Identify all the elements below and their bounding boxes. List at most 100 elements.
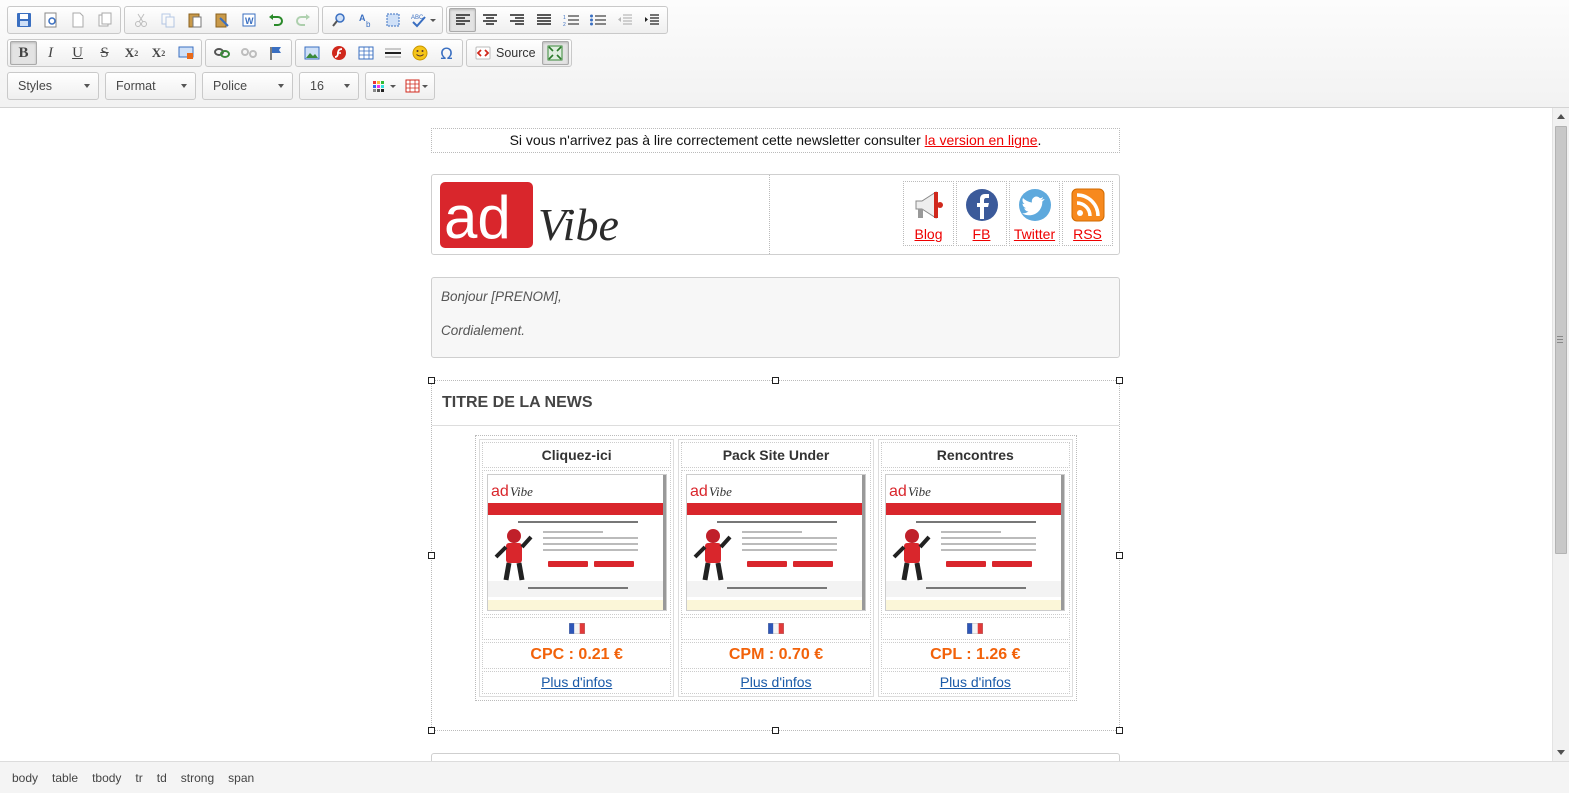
bulleted-list-icon[interactable] [584, 8, 611, 32]
resize-handle-nw[interactable] [428, 377, 435, 384]
table-icon[interactable] [352, 41, 379, 65]
format-combo-label: Format [116, 79, 156, 93]
special-char-icon[interactable]: Ω [433, 41, 460, 65]
format-combo[interactable]: Format [105, 72, 196, 100]
anchor-icon[interactable] [262, 41, 289, 65]
paste-word-icon[interactable]: W [235, 8, 262, 32]
font-combo-label: Police [213, 79, 248, 93]
basic-styles-group: B I U S X2 X2 [7, 39, 202, 67]
styles-combo[interactable]: Styles [7, 72, 99, 100]
subscript-icon[interactable]: X2 [118, 41, 145, 65]
offer-more-link[interactable]: Plus d'infos [940, 674, 1011, 690]
path-strong[interactable]: strong [175, 769, 220, 787]
document-group [7, 6, 121, 34]
offer-flag [880, 616, 1070, 641]
offer-more-link[interactable]: Plus d'infos [740, 674, 811, 690]
social-twitter: Twitter [1009, 181, 1060, 246]
social-rss-link[interactable]: RSS [1073, 226, 1102, 242]
svg-text:W: W [245, 16, 254, 26]
offer-screenshot: ad Vibe [681, 469, 871, 615]
megaphone-icon [915, 191, 943, 219]
replace-icon[interactable]: Ab [352, 8, 379, 32]
toolbar-row-1: W Ab ABC 12 [7, 6, 668, 34]
font-combo[interactable]: Police [202, 72, 293, 100]
flash-icon[interactable] [325, 41, 352, 65]
hr-icon[interactable] [379, 41, 406, 65]
facebook-icon [965, 189, 998, 221]
greeting-box[interactable]: Bonjour [PRENOM], Cordialement. [431, 277, 1120, 358]
spellcheck-icon[interactable]: ABC [406, 8, 440, 32]
templates-icon[interactable] [91, 8, 118, 32]
align-left-icon[interactable] [449, 8, 476, 32]
resize-handle-s[interactable] [772, 727, 779, 734]
offer-more-link[interactable]: Plus d'infos [541, 674, 612, 690]
scroll-down-icon[interactable] [1557, 750, 1565, 755]
indent-icon[interactable] [638, 8, 665, 32]
svg-text:1: 1 [563, 15, 566, 21]
underline-icon[interactable]: U [64, 41, 91, 65]
cut-icon[interactable] [127, 8, 154, 32]
resize-handle-e[interactable] [1116, 552, 1123, 559]
paste-text-icon[interactable] [208, 8, 235, 32]
path-tr[interactable]: tr [129, 769, 148, 787]
copy-icon[interactable] [154, 8, 181, 32]
find-icon[interactable] [325, 8, 352, 32]
scroll-up-icon[interactable] [1557, 114, 1565, 119]
italic-icon[interactable]: I [37, 41, 64, 65]
offer-more: Plus d'infos [681, 670, 871, 695]
offer-title: Pack Site Under [681, 442, 871, 468]
path-body[interactable]: body [6, 769, 44, 787]
outdent-icon[interactable] [611, 8, 638, 32]
paste-icon[interactable] [181, 8, 208, 32]
svg-text:ad: ad [491, 483, 509, 500]
source-button[interactable]: Source [469, 41, 542, 65]
table-grid-icon[interactable] [402, 74, 432, 98]
justify-icon[interactable] [530, 8, 557, 32]
social-facebook-link[interactable]: FB [973, 226, 991, 242]
undo-icon[interactable] [262, 8, 289, 32]
offer-screenshot: ad Vibe [880, 469, 1070, 615]
resize-handle-w[interactable] [428, 552, 435, 559]
preview-icon[interactable] [37, 8, 64, 32]
align-right-icon[interactable] [503, 8, 530, 32]
vertical-scrollbar[interactable] [1552, 108, 1569, 761]
align-center-icon[interactable] [476, 8, 503, 32]
strike-icon[interactable]: S [91, 41, 118, 65]
path-span[interactable]: span [222, 769, 260, 787]
remove-format-icon[interactable] [172, 41, 199, 65]
colors-group [365, 72, 435, 100]
numbered-list-icon[interactable]: 12 [557, 8, 584, 32]
offer-more: Plus d'infos [482, 670, 672, 695]
smiley-icon[interactable] [406, 41, 433, 65]
svg-text:A: A [359, 13, 366, 23]
select-all-icon[interactable] [379, 8, 406, 32]
advibe-logo: ad Vibe [440, 182, 640, 251]
editing-group: Ab ABC [322, 6, 443, 34]
path-tbody[interactable]: tbody [86, 769, 127, 787]
mascot-icon [892, 528, 931, 581]
bold-icon[interactable]: B [10, 41, 37, 65]
next-content-box[interactable] [431, 753, 1120, 761]
header-divider [769, 175, 770, 254]
save-icon[interactable] [10, 8, 37, 32]
maximize-icon[interactable] [541, 41, 569, 65]
new-page-icon[interactable] [64, 8, 91, 32]
color-grid-icon[interactable] [368, 74, 402, 98]
resize-handle-se[interactable] [1116, 727, 1123, 734]
editor-content-area[interactable]: Si vous n'arrivez pas à lire correctemen… [0, 108, 1569, 761]
resize-handle-sw[interactable] [428, 727, 435, 734]
link-icon[interactable] [208, 41, 235, 65]
resize-handle-n[interactable] [772, 377, 779, 384]
resize-handle-ne[interactable] [1116, 377, 1123, 384]
online-version-link[interactable]: la version en ligne [925, 132, 1038, 148]
social-blog-link[interactable]: Blog [914, 226, 942, 242]
news-block[interactable]: TITRE DE LA NEWS Cliquez-ici ad Vibe CPC… [428, 377, 1123, 734]
social-twitter-link[interactable]: Twitter [1014, 226, 1055, 242]
image-icon[interactable] [298, 41, 325, 65]
superscript-icon[interactable]: X2 [145, 41, 172, 65]
path-table[interactable]: table [46, 769, 84, 787]
redo-icon[interactable] [289, 8, 316, 32]
unlink-icon[interactable] [235, 41, 262, 65]
size-combo[interactable]: 16 [299, 72, 359, 100]
path-td[interactable]: td [151, 769, 173, 787]
